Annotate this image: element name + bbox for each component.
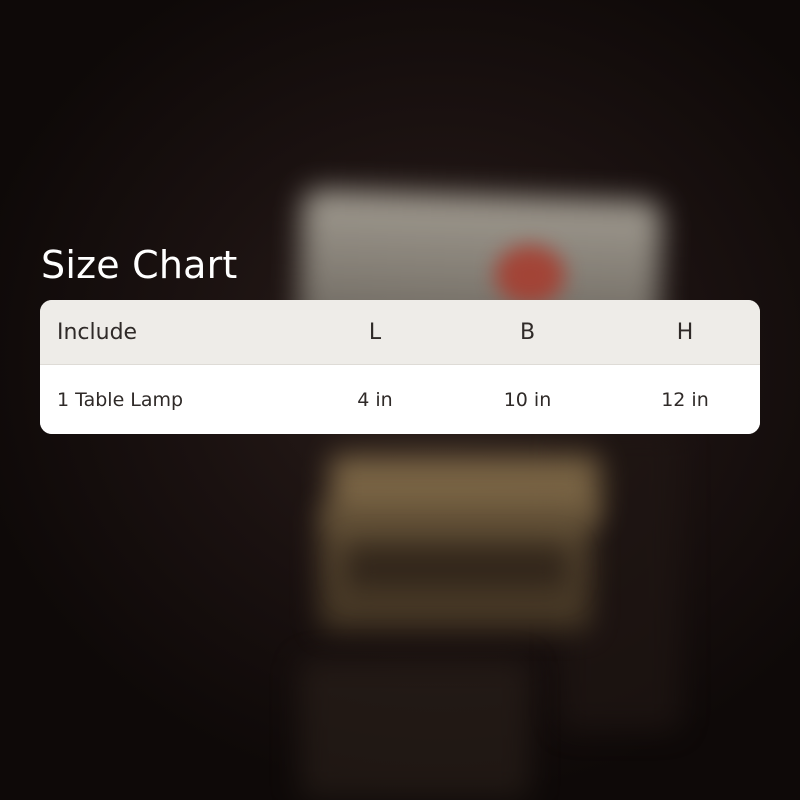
header-include: Include [57,319,138,345]
cell-length: 4 in [357,388,393,411]
size-chart-table: Include L B H 1 Table Lamp 4 in 10 in 12… [40,300,760,434]
lamp-legs [300,660,530,800]
header-length: L [368,319,382,345]
table-header-row: Include L B H [40,300,760,365]
cell-item: 1 Table Lamp [57,388,184,411]
cell-height: 12 in [661,388,709,411]
header-height: H [676,319,694,345]
cell-breadth: 10 in [503,388,552,411]
table-row: 1 Table Lamp 4 in 10 in 12 in [40,365,760,434]
header-breadth: B [519,319,536,345]
lamp-base-stripe [345,545,570,590]
lampshade-flower [495,245,565,305]
page-title: Size Chart [41,243,238,287]
